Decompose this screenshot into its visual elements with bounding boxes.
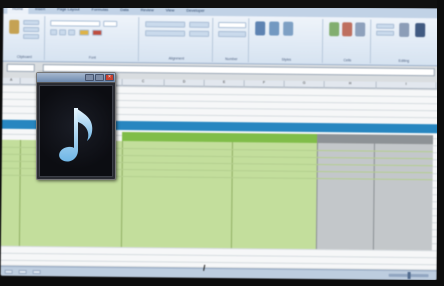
bold-button[interactable] xyxy=(50,29,58,36)
autosum-button[interactable] xyxy=(376,23,395,29)
monitor-bezel xyxy=(437,0,444,286)
delete-cells-icon[interactable] xyxy=(342,22,353,37)
ribbon-group-clipboard: Clipboard xyxy=(4,15,46,61)
ribbon-group-number: Number xyxy=(214,17,250,63)
group-label-styles: Styles xyxy=(281,57,292,62)
group-label-cells: Cells xyxy=(343,58,352,63)
media-player-titlebar[interactable]: × xyxy=(37,73,115,83)
monitor-bezel xyxy=(0,0,444,8)
paste-icon[interactable] xyxy=(9,19,20,34)
number-format-select[interactable] xyxy=(218,21,247,29)
font-name-select[interactable] xyxy=(50,20,101,27)
ribbon-group-editing: Editing xyxy=(373,20,435,65)
format-painter-button[interactable] xyxy=(23,33,40,40)
copy-button[interactable] xyxy=(23,26,40,33)
ribbon-group-cells: Cells xyxy=(324,19,372,64)
sort-filter-icon[interactable] xyxy=(399,22,410,37)
find-select-icon[interactable] xyxy=(415,23,426,38)
music-note-icon xyxy=(59,108,93,162)
insert-cells-icon[interactable] xyxy=(329,22,340,37)
wrap-text-button[interactable] xyxy=(189,21,210,28)
close-button[interactable]: × xyxy=(105,74,114,81)
media-player-window[interactable]: × xyxy=(36,72,116,180)
font-color-button[interactable] xyxy=(92,29,103,36)
ribbon: Clipboard Font Alignment Number Styles C… xyxy=(2,13,440,67)
sheet-tab[interactable] xyxy=(32,270,41,275)
fill-color-button[interactable] xyxy=(79,29,90,36)
conditional-formatting-icon[interactable] xyxy=(255,21,266,36)
group-label-font: Font xyxy=(88,55,96,60)
ribbon-group-font: Font xyxy=(46,16,140,62)
number-format-buttons[interactable] xyxy=(218,30,247,38)
font-size-select[interactable] xyxy=(103,20,118,27)
ribbon-group-alignment: Alignment xyxy=(140,17,214,62)
align-buttons[interactable] xyxy=(145,21,186,28)
group-label-alignment: Alignment xyxy=(168,56,185,61)
minimize-button[interactable] xyxy=(85,74,94,81)
media-player-artwork xyxy=(39,85,113,177)
cell-styles-icon[interactable] xyxy=(283,21,294,36)
indent-buttons[interactable] xyxy=(145,30,186,37)
format-as-table-icon[interactable] xyxy=(269,21,280,36)
group-label-clipboard: Clipboard xyxy=(16,54,32,60)
group-label-editing: Editing xyxy=(398,58,410,63)
zoom-slider-thumb[interactable] xyxy=(407,271,411,280)
underline-button[interactable] xyxy=(68,29,76,36)
cut-button[interactable] xyxy=(23,19,40,26)
format-cells-icon[interactable] xyxy=(355,22,366,37)
merge-center-button[interactable] xyxy=(189,30,210,37)
name-box[interactable] xyxy=(6,63,35,73)
monitor-bezel xyxy=(0,280,444,286)
maximize-button[interactable] xyxy=(95,74,104,81)
ribbon-group-styles: Styles xyxy=(250,18,324,64)
group-label-number: Number xyxy=(225,57,238,62)
fill-button[interactable] xyxy=(376,30,395,36)
sheet-tab[interactable] xyxy=(18,269,27,274)
italic-button[interactable] xyxy=(59,29,67,36)
sheet-tab[interactable] xyxy=(4,269,13,274)
